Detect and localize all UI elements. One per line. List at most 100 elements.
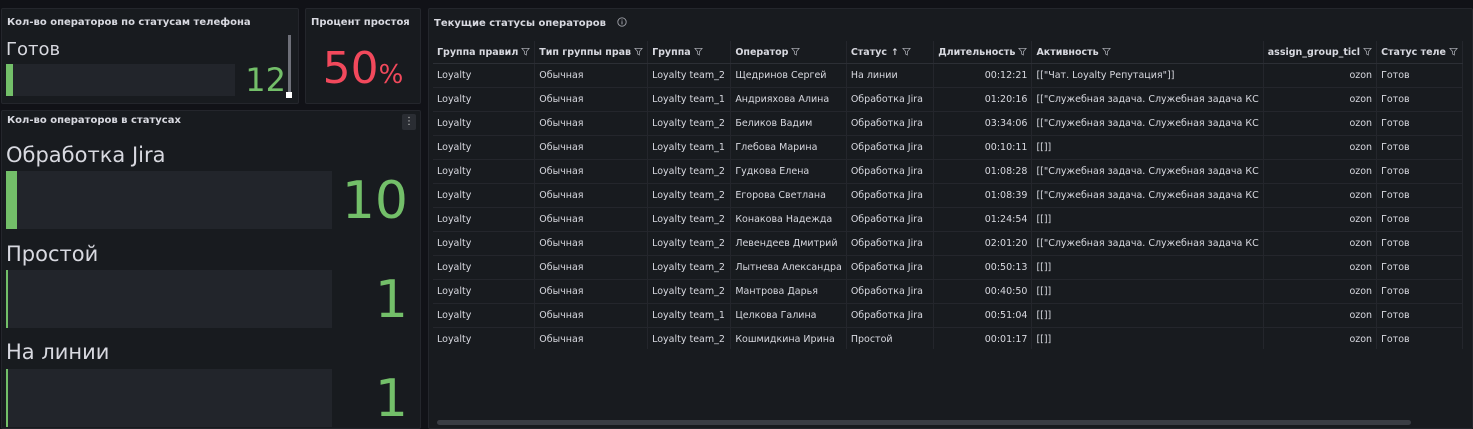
table-cell: 00:50:13: [933, 255, 1033, 280]
table-cell: Обычная: [534, 135, 649, 160]
column-header-label: Оператор: [735, 46, 789, 58]
table-cell: Обычная: [534, 303, 649, 328]
column-header[interactable]: Статус теле: [1376, 41, 1463, 64]
table-cell: Обработка Jira: [846, 111, 935, 136]
table-row[interactable]: Loyalty Обычная Loyalty team_2 Мантрова Дар…: [433, 279, 1463, 304]
gauge-track: [6, 369, 332, 427]
table-cell: [[]]: [1031, 255, 1264, 280]
gauge-label: На линии: [6, 340, 110, 364]
table-cell: Готов: [1376, 63, 1463, 88]
table-cell: ozon: [1263, 159, 1378, 184]
column-header[interactable]: assign_group_ticl: [1263, 41, 1378, 64]
table-cell: Loyalty: [433, 135, 536, 160]
table-cell: Обычная: [534, 87, 649, 112]
table-cell: 00:01:17: [933, 327, 1033, 349]
column-header-label: Длительность: [938, 46, 1016, 58]
table-cell: Готов: [1376, 135, 1463, 160]
column-header-label: Активность: [1036, 46, 1099, 58]
table-cell: Обычная: [534, 63, 649, 88]
table-cell: Готов: [1376, 183, 1463, 208]
column-header-label: Статус: [850, 46, 888, 58]
table-cell: Готов: [1376, 303, 1463, 328]
filter-icon[interactable]: [1018, 47, 1028, 56]
table-cell: Конакова Надежда: [730, 207, 847, 232]
table-cell: Обработка Jira: [846, 255, 935, 280]
table-row[interactable]: Loyalty Обычная Loyalty team_1 Андрияхова А…: [433, 87, 1463, 112]
info-icon[interactable]: [617, 17, 628, 27]
gauge-label: Готов: [6, 39, 61, 60]
table-row[interactable]: Loyalty Обычная Loyalty team_2 Егорова Свет…: [433, 183, 1463, 208]
filter-icon[interactable]: [1449, 47, 1458, 56]
table-row[interactable]: Loyalty Обычная Loyalty team_1 Целкова Гали…: [433, 303, 1463, 328]
resize-handle-icon[interactable]: [286, 92, 292, 98]
operators-table: Группа правил Тип группы прав Группа Операт…: [433, 41, 1463, 349]
filter-icon[interactable]: [1363, 47, 1373, 56]
table-cell: На линии: [846, 63, 935, 88]
table-cell: Loyalty team_2: [647, 183, 732, 208]
table-cell: Обработка Jira: [846, 87, 935, 112]
filter-icon[interactable]: [791, 47, 801, 56]
table-row[interactable]: Loyalty Обычная Loyalty team_2 Щедринов Сер…: [433, 63, 1463, 88]
column-header[interactable]: Группа: [647, 41, 732, 64]
table-cell: Кошмидкина Ирина: [730, 327, 847, 349]
column-header[interactable]: Статус ↑: [846, 41, 935, 64]
table-cell: [["Служебная задача. Служебная задача КС: [1031, 183, 1264, 208]
panel-current-statuses: Текущие статусы операторов Группа правил…: [428, 8, 1473, 429]
table-cell: 01:08:28: [933, 159, 1033, 184]
filter-icon[interactable]: [521, 47, 531, 56]
table-cell: [["Служебная задача. Служебная задача КС: [1031, 111, 1264, 136]
panel-title: Кол-во операторов по статусам телефона: [7, 17, 251, 28]
table-cell: [["Чат. Loyalty Репутация"]]: [1031, 63, 1264, 88]
table-row[interactable]: Loyalty Обычная Loyalty team_2 Гудкова Елен…: [433, 159, 1463, 184]
table-cell: ozon: [1263, 231, 1378, 256]
table-cell: Готов: [1376, 87, 1463, 112]
sort-asc-icon[interactable]: ↑: [891, 48, 899, 58]
table-cell: Loyalty: [433, 207, 536, 232]
column-header-label: Группа правил: [437, 46, 519, 58]
filter-icon[interactable]: [693, 47, 703, 56]
column-header-label: assign_group_ticl: [1267, 46, 1361, 58]
table-row[interactable]: Loyalty Обычная Loyalty team_2 Кошмидкина И…: [433, 327, 1463, 349]
table-cell: Loyalty team_1: [647, 87, 732, 112]
table-row[interactable]: Loyalty Обычная Loyalty team_1 Глебова Мари…: [433, 135, 1463, 160]
column-header[interactable]: Тип группы прав: [534, 41, 649, 64]
column-header[interactable]: Оператор: [730, 41, 847, 64]
table-row[interactable]: Loyalty Обычная Loyalty team_2 Лытнева Алек…: [433, 255, 1463, 280]
table-cell: Loyalty team_2: [647, 279, 732, 304]
column-header[interactable]: Группа правил: [433, 41, 536, 64]
table-cell: [[]]: [1031, 327, 1264, 349]
table-row[interactable]: Loyalty Обычная Loyalty team_2 Беликов Вади…: [433, 111, 1463, 136]
gauge-track: [6, 270, 332, 328]
gauge-label: Простой: [6, 242, 99, 266]
table-cell: 00:51:04: [933, 303, 1033, 328]
filter-icon[interactable]: [1101, 47, 1111, 56]
table-cell: 01:20:16: [933, 87, 1033, 112]
table-cell: Loyalty team_2: [647, 255, 732, 280]
table-cell: Обычная: [534, 159, 649, 184]
table-cell: Обработка Jira: [846, 279, 935, 304]
panel-title: Текущие статусы операторов: [434, 17, 628, 29]
filter-icon[interactable]: [901, 47, 911, 56]
table-cell: Loyalty: [433, 63, 536, 88]
table-cell: Щедринов Сергей: [730, 63, 847, 88]
table-cell: Loyalty: [433, 159, 536, 184]
idle-number: 50: [322, 43, 379, 94]
table-cell: Loyalty team_1: [647, 135, 732, 160]
table-row[interactable]: Loyalty Обычная Loyalty team_2 Левендеев Дм…: [433, 231, 1463, 256]
table-cell: [[]]: [1031, 279, 1264, 304]
column-header[interactable]: Активность: [1031, 41, 1264, 64]
column-header[interactable]: Длительность: [933, 41, 1033, 64]
menu-icon[interactable]: ⋮: [402, 114, 416, 130]
scrollbar[interactable]: [288, 35, 291, 95]
table-cell: Обычная: [534, 231, 649, 256]
gauge-value: 10: [341, 171, 408, 231]
filter-icon[interactable]: [634, 47, 644, 56]
table-cell: Мантрова Дарья: [730, 279, 847, 304]
panel-phone-status: Кол-во операторов по статусам телефона Г…: [1, 8, 299, 104]
horizontal-scrollbar[interactable]: [437, 420, 1411, 425]
table-cell: Готов: [1376, 327, 1463, 349]
table-cell: ozon: [1263, 327, 1378, 349]
idle-percent-value: 50%: [306, 43, 420, 94]
table-row[interactable]: Loyalty Обычная Loyalty team_2 Конакова Над…: [433, 207, 1463, 232]
table-cell: [[]]: [1031, 135, 1264, 160]
